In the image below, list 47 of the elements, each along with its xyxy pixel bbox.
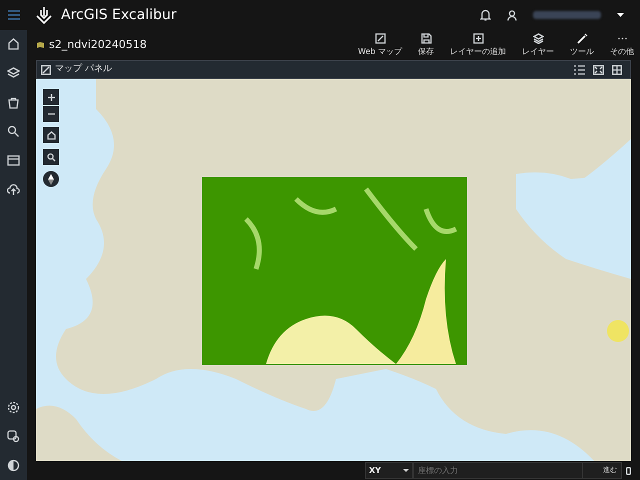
window-icon[interactable] (7, 154, 20, 167)
cloud-upload-icon[interactable] (7, 183, 20, 196)
layers-icon[interactable] (7, 67, 20, 80)
save-icon (420, 32, 432, 44)
toolbar-button[interactable]: レイヤーの追加 (446, 32, 510, 58)
zoom-out-button[interactable] (43, 106, 59, 122)
zoom-in-button[interactable] (43, 89, 59, 105)
search-icon (46, 152, 56, 162)
map-icon (374, 32, 386, 44)
toolbar-button[interactable]: ツール (566, 32, 598, 58)
blurred-block (533, 11, 601, 19)
wand-icon (576, 32, 588, 44)
user-icon[interactable] (507, 10, 517, 20)
menu-icon[interactable] (8, 10, 20, 20)
panel-title: マップ パネル (55, 62, 112, 76)
list-icon[interactable] (574, 64, 585, 74)
compass-button[interactable] (43, 171, 59, 187)
add-icon (472, 32, 484, 44)
coordinate-system-dropdown[interactable]: XY (365, 462, 413, 479)
grid-icon[interactable] (612, 64, 622, 74)
toolbar-button[interactable]: レイヤー (518, 32, 558, 58)
fullscreen-icon[interactable] (593, 64, 604, 74)
minus-icon (48, 113, 54, 115)
home-button[interactable] (43, 127, 59, 143)
search-icon[interactable] (7, 125, 20, 138)
caret-icon (403, 469, 409, 472)
caret-icon[interactable] (617, 13, 624, 17)
app-title: ArcGIS Excalibur (61, 6, 176, 24)
search-button[interactable] (43, 149, 59, 165)
home-icon (46, 130, 56, 140)
toolbar-button[interactable]: Web マップ (354, 32, 406, 58)
bell-icon[interactable] (480, 9, 491, 21)
home-icon[interactable] (7, 38, 20, 51)
compass-needle-icon (48, 174, 54, 184)
gear-icon[interactable] (7, 401, 20, 414)
layer-icon (36, 41, 45, 49)
item-title: s2_ndvi20240518 (49, 36, 147, 53)
layers-icon (532, 32, 544, 44)
coordinate-input-field[interactable]: 座標の入力 (413, 462, 583, 479)
device-icon[interactable] (626, 466, 631, 474)
bag-icon[interactable] (7, 96, 20, 109)
toolbar-button[interactable]: その他 (606, 32, 638, 58)
contrast-icon[interactable] (7, 459, 20, 472)
toolbar-button[interactable]: 保存 (414, 32, 438, 58)
map-panel-icon (41, 64, 51, 74)
plus-icon (48, 94, 54, 100)
logo-icon (35, 6, 53, 24)
